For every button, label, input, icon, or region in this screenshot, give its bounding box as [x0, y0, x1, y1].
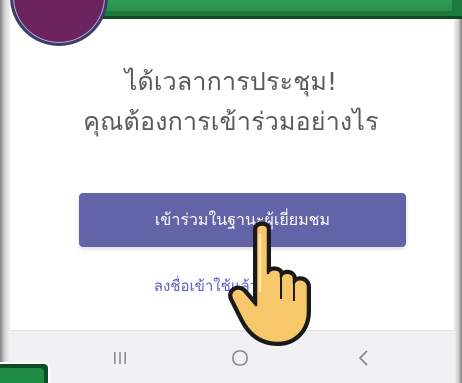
top-green-banner: [88, 0, 462, 19]
join-as-guest-label: เข้าร่วมในฐานะผู้เยี่ยมชม: [154, 209, 331, 229]
sign-in-and-join-link[interactable]: ลงชื่อเข้าใช้แล้วเข้าร่วม: [0, 274, 462, 298]
home-icon: [232, 349, 248, 366]
purple-circle-badge: [10, 0, 108, 46]
back-icon: [359, 349, 368, 366]
phone-screen: ได้เวลาการประชุม! คุณต้องการเข้าร่วมอย่า…: [0, 0, 462, 383]
meeting-time-heading: ได้เวลาการประชุม!: [124, 67, 338, 96]
bottom-green-tab-inner: [0, 368, 44, 383]
left-frame-edge: [0, 0, 10, 383]
top-green-banner-inner: [94, 0, 452, 11]
right-frame-edge: [454, 0, 462, 383]
recent-apps-button[interactable]: [90, 331, 150, 383]
android-navigation-bar: [10, 330, 454, 383]
join-question-text: คุณต้องการเข้าร่วมอย่างไร: [83, 107, 379, 136]
home-button[interactable]: [210, 331, 270, 383]
join-as-guest-button[interactable]: เข้าร่วมในฐานะผู้เยี่ยมชม: [79, 193, 406, 247]
back-button[interactable]: [334, 331, 394, 383]
recent-apps-icon: [114, 351, 126, 364]
bottom-green-tab: [0, 362, 50, 383]
